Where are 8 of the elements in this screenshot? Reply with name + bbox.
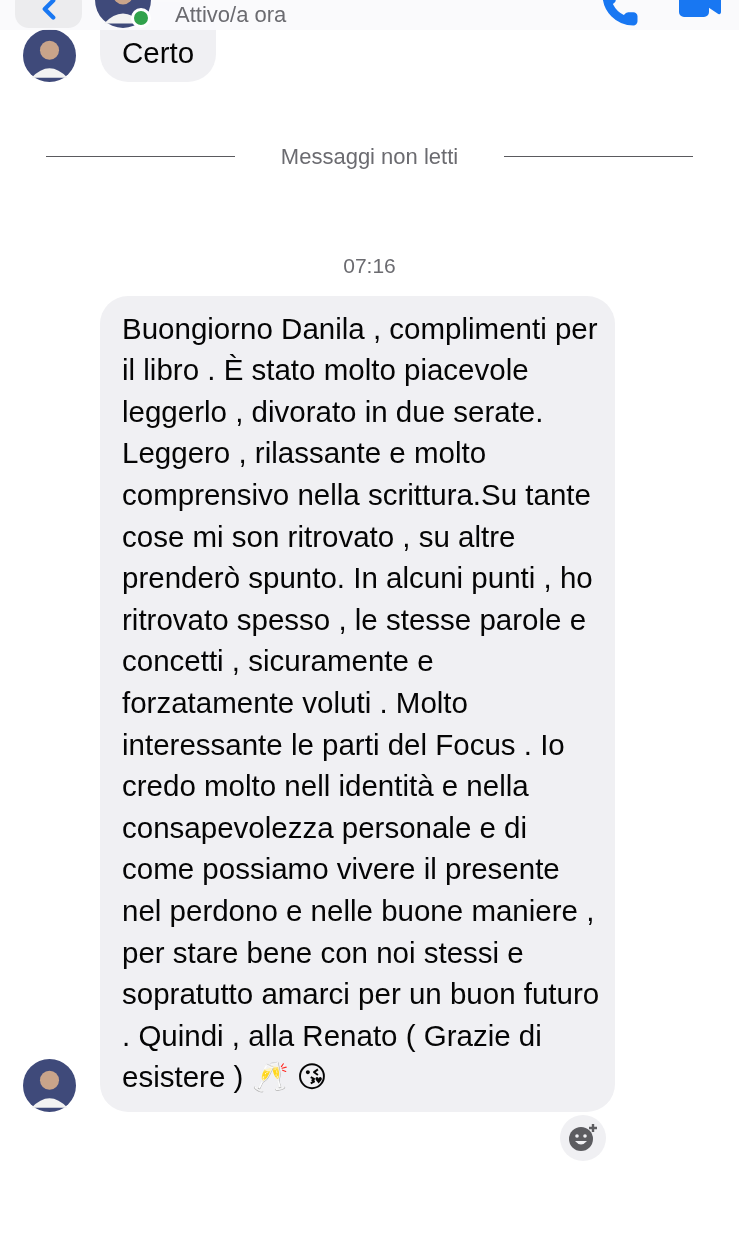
unread-divider-label: Messaggi non letti xyxy=(280,143,459,170)
message-bubble: Buongiorno Danila , complimenti per il libro . È stato molto piacevole leggerlo , divorato in due serate. Leggero , rilassante e molto comprensivo nella scrittura.Su tante cose mi son ritrovato , su altre prenderò spunto. In alcuni punti , ho ritrovato spesso , le stesse parole e concetti , sicuramente e forzatamente voluti . Molto interessante le parti del Focus . Io credo molto nell identità e nella consapevolezza personale e di come possiamo vivere il presente nel perdono e nelle buone maniere , per stare bene con noi stessi e sopratutto amarci per un buon futuro . Quindi , alla Renato ( Grazie di esistere ) 🥂 😘 xyxy=(100,295,615,1112)
avatar xyxy=(23,1058,76,1112)
emoji-add-icon xyxy=(568,1122,598,1153)
back-button[interactable] xyxy=(15,0,82,28)
timestamp: 07:16 xyxy=(343,253,396,278)
phone-icon[interactable] xyxy=(600,0,640,28)
add-reaction-button[interactable] xyxy=(560,1114,606,1161)
